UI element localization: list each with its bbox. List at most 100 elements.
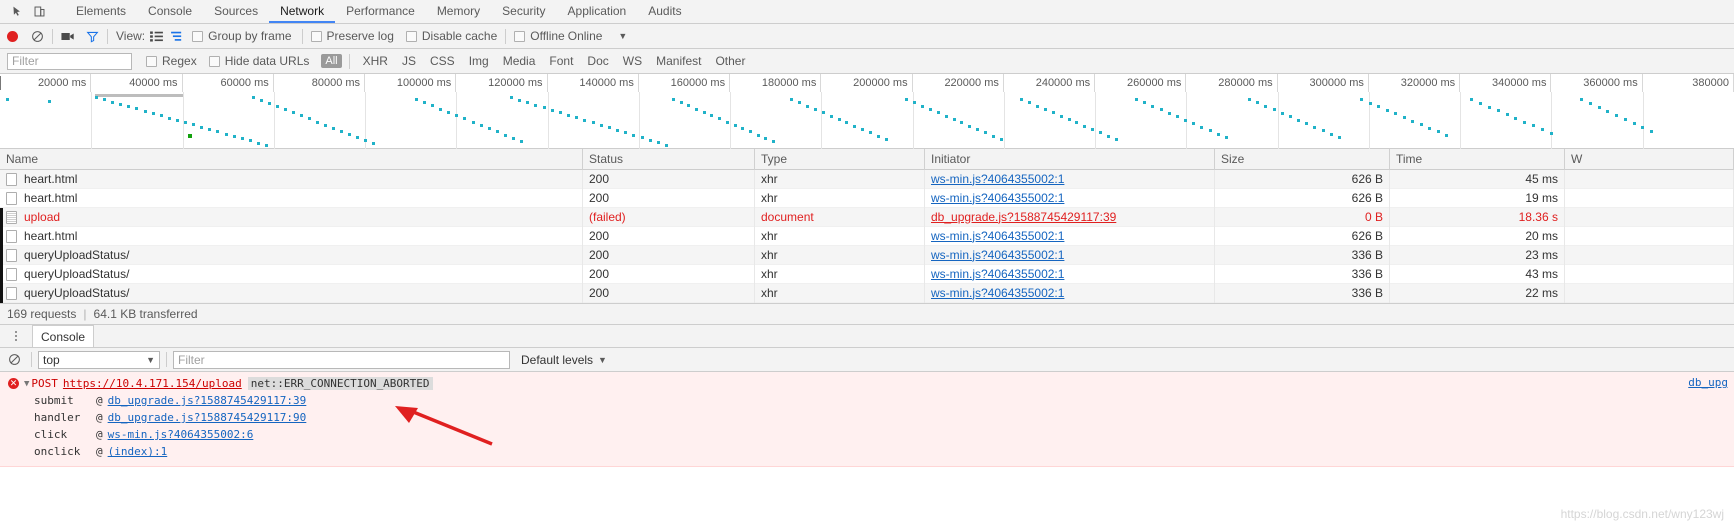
cell-size: 626 B bbox=[1215, 226, 1390, 246]
overview-selection-bar[interactable] bbox=[95, 94, 183, 97]
cell-initiator[interactable]: db_upgrade.js?1588745429117:39 bbox=[925, 207, 1215, 227]
type-filter-other[interactable]: Other bbox=[709, 53, 751, 69]
table-row[interactable]: queryUploadStatus/200 xhr ws-min.js?406435… bbox=[0, 264, 1734, 284]
cell-initiator[interactable]: ws-min.js?4064355002:1 bbox=[925, 226, 1215, 246]
record-button[interactable] bbox=[7, 30, 18, 42]
console-messages[interactable]: ✕ ▼ POST https://10.4.171.154/upload net… bbox=[0, 372, 1734, 502]
execution-context-select[interactable]: top ▼ bbox=[38, 350, 160, 369]
camera-icon[interactable] bbox=[61, 31, 75, 42]
error-header-line[interactable]: ✕ ▼ POST https://10.4.171.154/upload net… bbox=[0, 375, 1734, 392]
cell-initiator-text[interactable]: ws-min.js?4064355002:1 bbox=[931, 267, 1064, 281]
table-row[interactable]: heart.html 200 xhr ws-min.js?4064355002:1 62… bbox=[0, 188, 1734, 208]
cell-type-text: xhr bbox=[761, 266, 778, 281]
type-filter-all[interactable]: All bbox=[321, 54, 342, 68]
offline-checkbox[interactable]: Offline bbox=[514, 29, 565, 43]
disable-cache-checkbox[interactable]: Disable cache bbox=[405, 29, 497, 43]
network-overview[interactable]: 20000 ms 40000 ms 60000 ms 80000 ms 100000 m… bbox=[0, 74, 1734, 149]
console-filter-input[interactable] bbox=[173, 350, 510, 369]
requests-overview-graph[interactable] bbox=[0, 92, 1734, 149]
overview-request-dot bbox=[550, 108, 554, 112]
tab-security[interactable]: Security bbox=[491, 0, 556, 23]
preserve-log-checkbox[interactable]: Preserve log bbox=[310, 29, 394, 43]
column-header-time[interactable]: Time bbox=[1390, 148, 1565, 170]
table-row[interactable]: heart.html 200 xhr ws-min.js?4064355002:1 62… bbox=[0, 226, 1734, 246]
expand-triangle-icon[interactable]: ▼ bbox=[24, 379, 29, 389]
tab-sources[interactable]: Sources bbox=[203, 0, 269, 23]
cell-initiator[interactable]: ws-min.js?4064355002:1 bbox=[925, 169, 1215, 189]
waterfall-view-icon[interactable] bbox=[171, 31, 184, 42]
table-row[interactable]: queryUploadStatus/200 xhr ws-min.js?406435… bbox=[0, 283, 1734, 303]
overview-request-dot bbox=[276, 105, 279, 109]
type-filter-manifest[interactable]: Manifest bbox=[650, 53, 707, 69]
type-filter-xhr[interactable]: XHR bbox=[357, 53, 394, 69]
type-filter-css[interactable]: CSS bbox=[424, 53, 461, 69]
tab-network[interactable]: Network bbox=[269, 0, 336, 23]
funnel-icon[interactable] bbox=[86, 30, 99, 43]
column-header-status[interactable]: Status bbox=[583, 148, 755, 170]
drawer-tab-console[interactable]: Console bbox=[32, 325, 95, 347]
column-header-waterfall[interactable]: W bbox=[1565, 148, 1734, 170]
device-toolbar-icon[interactable] bbox=[28, 1, 50, 23]
console-error-message[interactable]: ✕ ▼ POST https://10.4.171.154/upload net… bbox=[0, 372, 1734, 467]
type-filter-doc[interactable]: Doc bbox=[581, 53, 614, 69]
cell-initiator-text[interactable]: ws-min.js?4064355002:1 bbox=[931, 248, 1064, 262]
column-header-type[interactable]: Type bbox=[755, 148, 925, 170]
cell-initiator[interactable]: ws-min.js?4064355002:1 bbox=[925, 283, 1215, 303]
overview-request-dot bbox=[960, 121, 964, 125]
throttling-value[interactable]: Online bbox=[568, 29, 603, 43]
type-filter-js[interactable]: JS bbox=[396, 53, 422, 69]
hide-data-urls-checkbox[interactable]: Hide data URLs bbox=[208, 54, 309, 68]
cell-initiator-text[interactable]: db_upgrade.js?1588745429117:39 bbox=[931, 210, 1116, 224]
filter-input[interactable] bbox=[7, 52, 132, 70]
clear-requests-icon[interactable] bbox=[31, 30, 44, 43]
kebab-menu-icon[interactable] bbox=[8, 331, 24, 341]
table-row[interactable]: upload (failed) document db_upgrade.js?1588… bbox=[0, 207, 1734, 227]
column-header-initiator[interactable]: Initiator bbox=[925, 148, 1215, 170]
type-filter-font[interactable]: Font bbox=[543, 53, 579, 69]
log-levels-select[interactable]: Default levels ▼ bbox=[521, 353, 607, 367]
stack-frame-function: handler bbox=[34, 411, 81, 424]
cell-initiator[interactable]: ws-min.js?4064355002:1 bbox=[925, 264, 1215, 284]
column-header-name[interactable]: Name bbox=[0, 148, 583, 170]
timeline-gridline bbox=[91, 92, 93, 149]
type-filter-img[interactable]: Img bbox=[463, 53, 495, 69]
overview-request-dot bbox=[200, 125, 204, 129]
type-filter-media[interactable]: Media bbox=[497, 53, 542, 69]
cell-status: 200 bbox=[583, 245, 755, 265]
cell-initiator-text[interactable]: ws-min.js?4064355002:1 bbox=[931, 191, 1064, 205]
cell-initiator-text[interactable]: ws-min.js?4064355002:1 bbox=[931, 172, 1064, 186]
overview-request-dot bbox=[772, 140, 775, 143]
overview-request-dot bbox=[1606, 110, 1610, 113]
stack-frame-link[interactable]: (index):1 bbox=[108, 445, 168, 458]
table-row[interactable]: heart.html 200 xhr ws-min.js?4064355002:1 62… bbox=[0, 169, 1734, 189]
clear-console-icon[interactable] bbox=[8, 353, 21, 366]
tab-memory[interactable]: Memory bbox=[426, 0, 491, 23]
overview-request-dot bbox=[1436, 130, 1440, 134]
inspect-element-icon[interactable] bbox=[6, 1, 28, 23]
type-filter-ws[interactable]: WS bbox=[617, 53, 648, 69]
tab-console[interactable]: Console bbox=[137, 0, 203, 23]
checkbox-box bbox=[146, 55, 157, 67]
tab-application[interactable]: Application bbox=[557, 0, 638, 23]
list-view-icon[interactable] bbox=[150, 30, 164, 42]
column-header-size[interactable]: Size bbox=[1215, 148, 1390, 170]
request-url-link[interactable]: https://10.4.171.154/upload bbox=[63, 377, 242, 390]
table-row[interactable]: queryUploadStatus/200 xhr ws-min.js?406435… bbox=[0, 245, 1734, 265]
tab-audits[interactable]: Audits bbox=[637, 0, 692, 23]
message-source-link[interactable]: db_upg bbox=[1688, 376, 1728, 389]
cell-initiator[interactable]: ws-min.js?4064355002:1 bbox=[925, 188, 1215, 208]
stack-frame-link[interactable]: ws-min.js?4064355002:6 bbox=[108, 428, 254, 441]
cell-initiator[interactable]: ws-min.js?4064355002:1 bbox=[925, 245, 1215, 265]
regex-checkbox[interactable]: Regex bbox=[146, 54, 197, 68]
tab-elements[interactable]: Elements bbox=[65, 0, 137, 23]
cell-initiator-text[interactable]: ws-min.js?4064355002:1 bbox=[931, 229, 1064, 243]
chevron-down-icon[interactable]: ▼ bbox=[618, 31, 627, 41]
stack-frame-link[interactable]: db_upgrade.js?1588745429117:39 bbox=[108, 394, 307, 407]
group-by-frame-checkbox[interactable]: Group by frame bbox=[192, 29, 292, 43]
overview-request-dot bbox=[920, 104, 924, 108]
view-label: View: bbox=[116, 29, 146, 43]
cell-status: 200 bbox=[583, 188, 755, 208]
tab-performance[interactable]: Performance bbox=[335, 0, 426, 23]
cell-initiator-text[interactable]: ws-min.js?4064355002:1 bbox=[931, 286, 1064, 300]
stack-frame-link[interactable]: db_upgrade.js?1588745429117:90 bbox=[108, 411, 307, 424]
